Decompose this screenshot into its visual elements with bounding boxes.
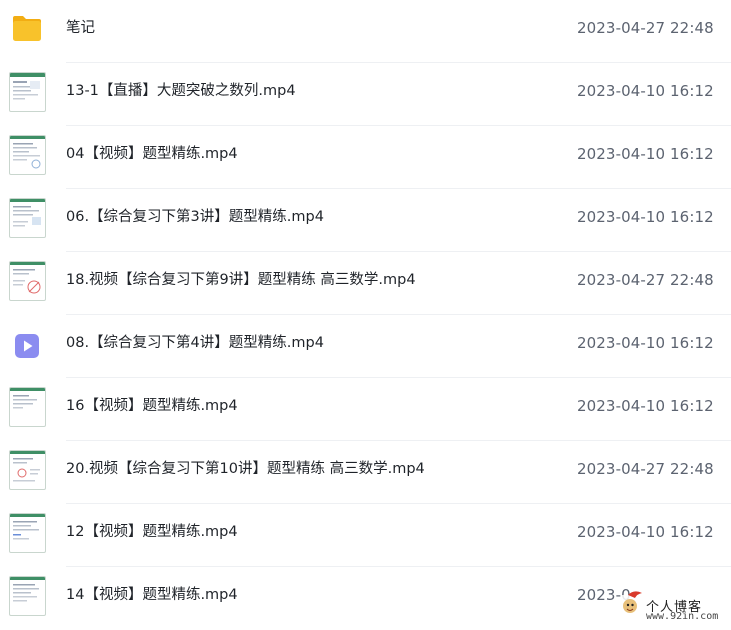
file-name: 笔记 — [66, 20, 95, 36]
file-row-notes-folder[interactable]: 笔记 2023-04-27 22:48 — [0, 0, 731, 63]
modified-date: 2023-04-27 22:48 — [577, 19, 714, 37]
modified-date: 2023-04-10 16:12 — [577, 145, 714, 163]
file-name: 13-1【直播】大题突破之数列.mp4 — [66, 83, 296, 99]
file-name: 12【视频】题型精练.mp4 — [66, 524, 238, 540]
modified-date: 2023-04-10 16:12 — [577, 82, 714, 100]
play-video-icon — [14, 333, 40, 359]
video-thumbnail-icon — [9, 513, 46, 553]
file-row[interactable]: 16【视频】题型精练.mp4 2023-04-10 16:12 — [0, 378, 731, 441]
video-thumbnail-icon — [9, 198, 46, 238]
file-name: 18.视频【综合复习下第9讲】题型精练 高三数学.mp4 — [66, 272, 416, 288]
video-thumbnail-icon — [9, 450, 46, 490]
modified-date: 2023-04-27 22:48 — [577, 460, 714, 478]
video-thumbnail-icon — [9, 261, 46, 301]
file-name: 06.【综合复习下第3讲】题型精练.mp4 — [66, 209, 324, 225]
video-thumbnail-icon — [9, 72, 46, 112]
modified-date: 2023-0 — [577, 586, 631, 604]
modified-date: 2023-04-10 16:12 — [577, 208, 714, 226]
modified-date: 2023-04-10 16:12 — [577, 523, 714, 541]
file-name: 08.【综合复习下第4讲】题型精练.mp4 — [66, 335, 324, 351]
modified-date: 2023-04-27 22:48 — [577, 271, 714, 289]
file-name: 16【视频】题型精练.mp4 — [66, 398, 238, 414]
file-name: 20.视频【综合复习下第10讲】题型精练 高三数学.mp4 — [66, 461, 425, 477]
file-name: 14【视频】题型精练.mp4 — [66, 587, 238, 603]
modified-date: 2023-04-10 16:12 — [577, 397, 714, 415]
modified-date: 2023-04-10 16:12 — [577, 334, 714, 352]
file-row[interactable]: 14【视频】题型精练.mp4 2023-0 — [0, 567, 731, 630]
file-row[interactable]: 18.视频【综合复习下第9讲】题型精练 高三数学.mp4 2023-04-27 … — [0, 252, 731, 315]
file-row[interactable]: 08.【综合复习下第4讲】题型精练.mp4 2023-04-10 16:12 — [0, 315, 731, 378]
video-thumbnail-icon — [9, 135, 46, 175]
file-name: 04【视频】题型精练.mp4 — [66, 146, 238, 162]
file-row[interactable]: 06.【综合复习下第3讲】题型精练.mp4 2023-04-10 16:12 — [0, 189, 731, 252]
file-row[interactable]: 20.视频【综合复习下第10讲】题型精练 高三数学.mp4 2023-04-27… — [0, 441, 731, 504]
file-row[interactable]: 04【视频】题型精练.mp4 2023-04-10 16:12 — [0, 126, 731, 189]
file-row[interactable]: 12【视频】题型精练.mp4 2023-04-10 16:12 — [0, 504, 731, 567]
folder-icon — [11, 13, 43, 43]
video-thumbnail-icon — [9, 576, 46, 616]
file-list: 笔记 2023-04-27 22:48 13-1【直播】大题突破之数列.mp4 … — [0, 0, 731, 627]
video-thumbnail-icon — [9, 387, 46, 427]
file-row[interactable]: 13-1【直播】大题突破之数列.mp4 2023-04-10 16:12 — [0, 63, 731, 126]
